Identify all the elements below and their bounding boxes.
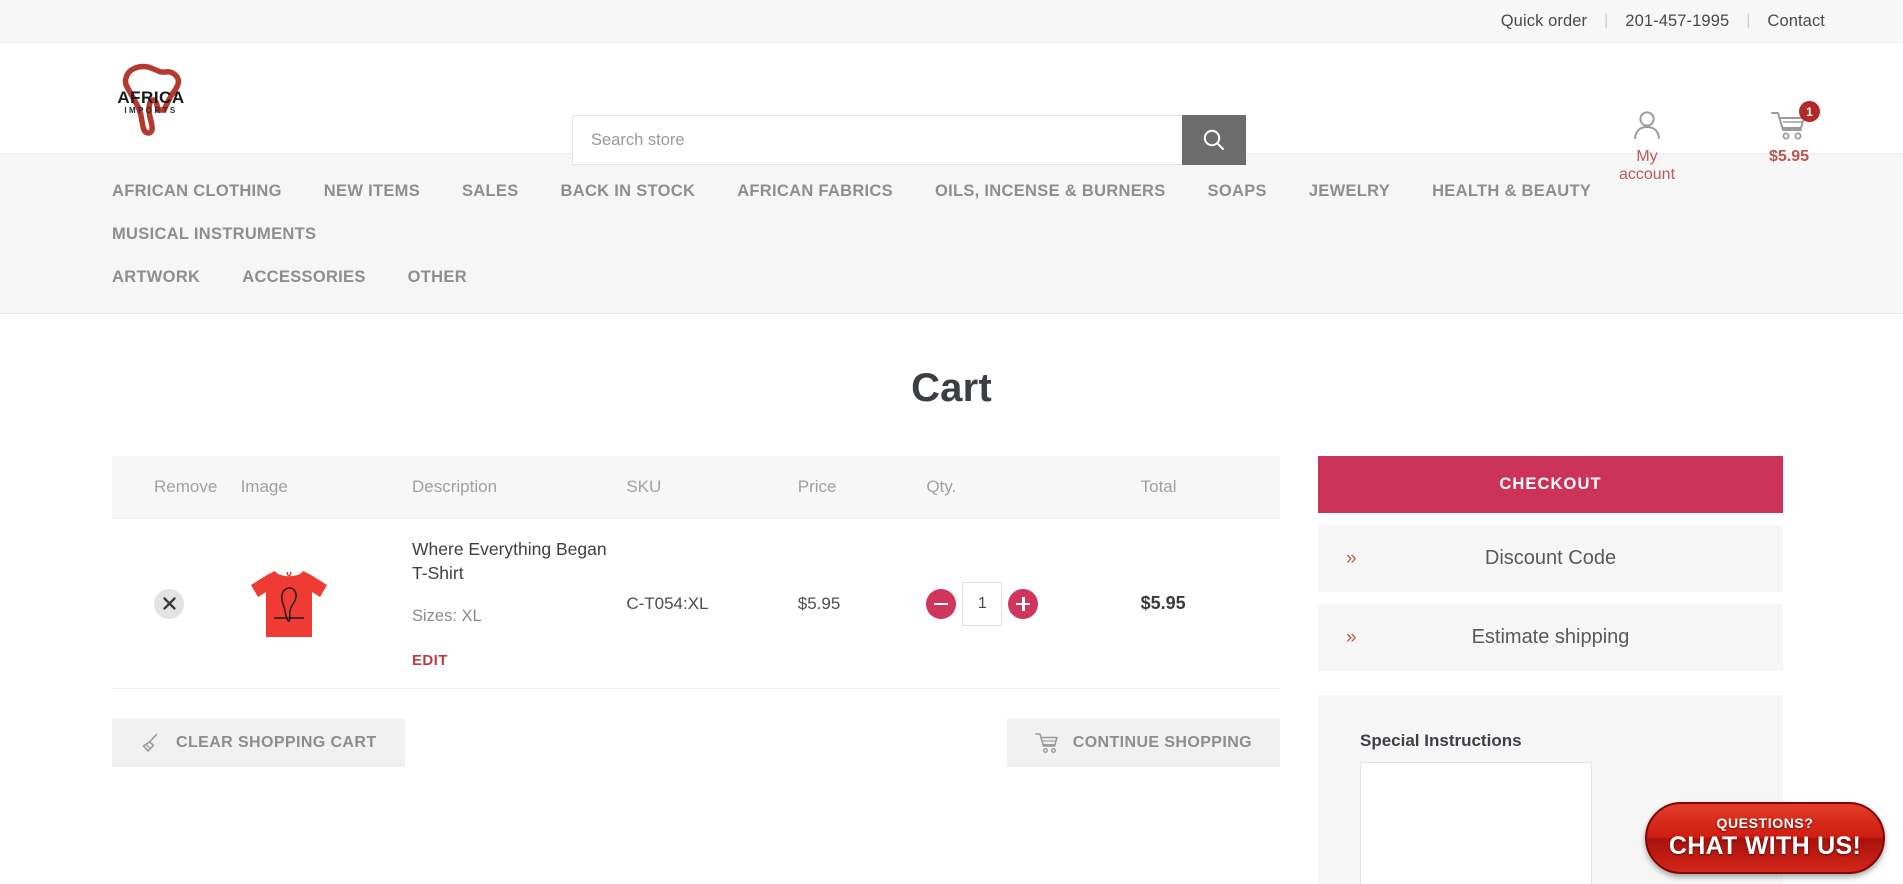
nav-item-oils-incense-burners[interactable]: OILS, INCENSE & BURNERS — [935, 170, 1166, 213]
nav-item-accessories[interactable]: ACCESSORIES — [242, 256, 365, 299]
clear-shopping-cart-label: CLEAR SHOPPING CART — [176, 734, 377, 752]
search-button[interactable] — [1182, 115, 1246, 165]
store-search — [572, 115, 1246, 165]
logo-text-secondary: IMPORTS — [114, 107, 188, 115]
site-header: AFRICA IMPORTS My account — [0, 43, 1903, 153]
discount-code-label: Discount Code — [1318, 547, 1783, 570]
cell-description: Where Everything Began T-Shirt Sizes: XL… — [412, 519, 626, 689]
product-name[interactable]: Where Everything Began T-Shirt — [412, 537, 626, 585]
column-header-price: Price — [798, 456, 927, 519]
nav-item-musical-instruments[interactable]: MUSICAL INSTRUMENTS — [112, 213, 316, 256]
chevron-right-icon: » — [1346, 548, 1357, 570]
column-header-total: Total — [1141, 456, 1280, 519]
nav-item-sales[interactable]: SALES — [462, 170, 519, 213]
cell-remove — [112, 519, 241, 689]
cart-table-head: Remove Image Description SKU Price Qty. … — [112, 456, 1280, 519]
utility-topbar: Quick order | 201-457-1995 | Contact — [0, 0, 1903, 43]
nav-item-jewelry[interactable]: JEWELRY — [1309, 170, 1390, 213]
nav-item-african-clothing[interactable]: AFRICAN CLOTHING — [112, 170, 282, 213]
chat-with-us-widget[interactable]: QUESTIONS? CHAT WITH US! — [1645, 802, 1885, 874]
special-instructions-title: Special Instructions — [1360, 731, 1741, 751]
cart-table-header-row: Remove Image Description SKU Price Qty. … — [112, 456, 1280, 519]
cart-action-buttons: CLEAR SHOPPING CART CONTINUE SHOPPING — [112, 719, 1280, 767]
nav-item-back-in-stock[interactable]: BACK IN STOCK — [561, 170, 696, 213]
cart-table-column: Remove Image Description SKU Price Qty. … — [112, 456, 1280, 767]
cell-sku: C-T054:XL — [626, 519, 797, 689]
nav-item-new-items[interactable]: NEW ITEMS — [324, 170, 420, 213]
column-header-qty: Qty. — [926, 456, 1140, 519]
column-header-remove: Remove — [112, 456, 241, 519]
cell-price: $5.95 — [798, 519, 927, 689]
clear-shopping-cart-button[interactable]: CLEAR SHOPPING CART — [112, 719, 405, 767]
continue-shopping-label: CONTINUE SHOPPING — [1073, 734, 1252, 752]
topbar-separator: | — [1746, 12, 1750, 30]
remove-item-button[interactable] — [154, 589, 184, 619]
discount-code-panel[interactable]: » Discount Code — [1318, 525, 1783, 592]
cart-link[interactable]: 1 $5.95 — [1751, 105, 1827, 166]
edit-item-link[interactable]: EDIT — [412, 652, 448, 669]
search-input[interactable] — [572, 115, 1182, 165]
estimate-shipping-panel[interactable]: » Estimate shipping — [1318, 604, 1783, 671]
cell-total: $5.95 — [1141, 519, 1280, 689]
nav-row-secondary: ARTWORK ACCESSORIES OTHER — [112, 256, 1791, 299]
topbar-link-quick-order[interactable]: Quick order — [1501, 12, 1587, 31]
nav-item-health-beauty[interactable]: HEALTH & BEAUTY — [1432, 170, 1591, 213]
cart-badge: 1 — [1799, 101, 1820, 122]
page-title: Cart — [0, 366, 1903, 411]
product-thumbnail[interactable] — [241, 556, 337, 652]
cart-amount: $5.95 — [1751, 148, 1827, 166]
decrease-quantity-button[interactable] — [926, 589, 956, 619]
increase-quantity-button[interactable] — [1008, 589, 1038, 619]
user-icon — [1609, 105, 1685, 145]
logo-text-primary: AFRICA — [114, 89, 188, 106]
estimate-shipping-label: Estimate shipping — [1318, 626, 1783, 649]
quantity-stepper — [926, 582, 1140, 626]
africa-imports-logo: AFRICA IMPORTS — [112, 60, 190, 136]
topbar-link-phone[interactable]: 201-457-1995 — [1625, 12, 1729, 31]
search-icon — [1201, 127, 1227, 153]
chevron-right-icon: » — [1346, 627, 1357, 649]
nav-item-other[interactable]: OTHER — [408, 256, 467, 299]
table-row: Where Everything Began T-Shirt Sizes: XL… — [112, 519, 1280, 689]
cart-table-body: Where Everything Began T-Shirt Sizes: XL… — [112, 519, 1280, 689]
header-actions: My account 1 $5.95 — [1609, 105, 1827, 184]
red-tshirt-image — [241, 561, 337, 647]
my-account-label: My account — [1609, 148, 1685, 184]
chat-widget-line2: CHAT WITH US! — [1669, 832, 1861, 861]
product-sizes: Sizes: XL — [412, 607, 626, 626]
my-account-link[interactable]: My account — [1609, 105, 1685, 184]
shopping-cart-icon — [1035, 732, 1059, 754]
cart-table: Remove Image Description SKU Price Qty. … — [112, 456, 1280, 689]
special-instructions-textarea[interactable] — [1360, 762, 1592, 884]
topbar-link-contact[interactable]: Contact — [1767, 12, 1825, 31]
cell-image — [241, 519, 412, 689]
column-header-description: Description — [412, 456, 626, 519]
cell-qty — [926, 519, 1140, 689]
nav-row-primary: AFRICAN CLOTHING NEW ITEMS SALES BACK IN… — [112, 170, 1791, 256]
broom-icon — [140, 732, 162, 754]
continue-shopping-button[interactable]: CONTINUE SHOPPING — [1007, 719, 1280, 767]
line-item-total: $5.95 — [1141, 593, 1186, 613]
column-header-image: Image — [241, 456, 412, 519]
cart-page-content: Remove Image Description SKU Price Qty. … — [0, 456, 1903, 884]
logo-link[interactable]: AFRICA IMPORTS — [0, 60, 300, 136]
nav-item-artwork[interactable]: ARTWORK — [112, 256, 200, 299]
close-icon — [163, 597, 176, 610]
checkout-button[interactable]: CHECKOUT — [1318, 456, 1783, 513]
nav-item-soaps[interactable]: SOAPS — [1208, 170, 1267, 213]
nav-item-african-fabrics[interactable]: AFRICAN FABRICS — [737, 170, 893, 213]
column-header-sku: SKU — [626, 456, 797, 519]
topbar-separator: | — [1604, 12, 1608, 30]
chat-widget-line1: QUESTIONS? — [1716, 815, 1813, 831]
quantity-input[interactable] — [962, 582, 1002, 626]
